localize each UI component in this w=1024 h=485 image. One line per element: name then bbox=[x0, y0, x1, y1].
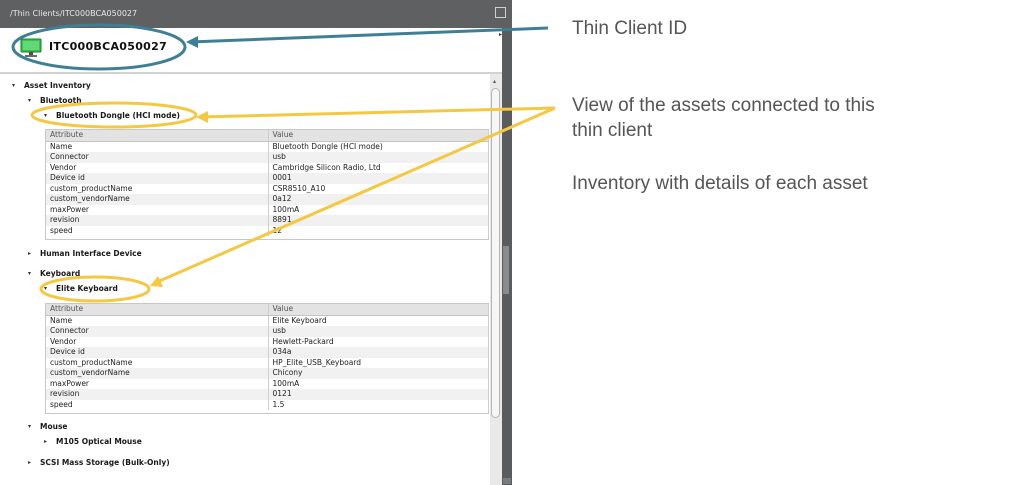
thin-client-id: ITC000BCA050027 bbox=[49, 40, 168, 53]
table-row[interactable]: revision 0121 bbox=[46, 389, 489, 400]
value-column-header[interactable]: Value bbox=[268, 130, 489, 142]
attribute-cell: revision bbox=[46, 389, 269, 400]
scroll-up-icon[interactable]: ▴ bbox=[493, 78, 496, 85]
attribute-cell: speed bbox=[46, 225, 269, 236]
attribute-column-header[interactable]: Attribute bbox=[46, 304, 269, 316]
attribute-cell: custom_productName bbox=[46, 357, 269, 368]
expand-keyboard-icon[interactable]: ▾ bbox=[28, 270, 31, 277]
vertical-scrollbar[interactable]: ▴ bbox=[490, 74, 502, 485]
value-cell: 1.5 bbox=[268, 399, 489, 410]
attribute-cell: speed bbox=[46, 399, 269, 410]
value-cell: 8891 bbox=[268, 215, 489, 226]
expand-elite-keyboard-icon[interactable]: ▾ bbox=[44, 285, 47, 292]
tree-node-scsi-mass-storage[interactable]: SCSI Mass Storage (Bulk-Only) bbox=[40, 458, 170, 467]
table-row[interactable]: Device id 0001 bbox=[46, 173, 489, 184]
attribute-cell: Device id bbox=[46, 347, 269, 358]
table-row[interactable]: Connector usb bbox=[46, 326, 489, 337]
table-row[interactable]: Name Bluetooth Dongle (HCI mode) bbox=[46, 141, 489, 152]
asset-tree-panel: ▾ Asset Inventory ▾ Bluetooth ▾ Bluetoot… bbox=[0, 74, 490, 485]
tree-node-keyboard[interactable]: Keyboard bbox=[40, 269, 80, 278]
tree-node-asset-inventory[interactable]: Asset Inventory bbox=[24, 81, 91, 90]
annotation-view-line1: View of the assets connected to this bbox=[572, 95, 875, 116]
table-row[interactable]: Device id 034a bbox=[46, 347, 489, 358]
expand-asset-inventory-icon[interactable]: ▾ bbox=[12, 82, 15, 89]
table-row[interactable]: custom_vendorName 0a12 bbox=[46, 194, 489, 205]
value-cell: CSR8510_A10 bbox=[268, 183, 489, 194]
expand-bluetooth-icon[interactable]: ▾ bbox=[28, 97, 31, 104]
expand-hid-icon[interactable]: ▸ bbox=[28, 250, 31, 257]
thin-client-window: /Thin Clients/ITC000BCA050027 ITC000BCA0… bbox=[0, 0, 512, 485]
annotation-thin-client-id: Thin Client ID bbox=[572, 18, 688, 39]
tree-node-bluetooth[interactable]: Bluetooth bbox=[40, 96, 82, 105]
table-row[interactable]: revision 8891 bbox=[46, 215, 489, 226]
attribute-cell: maxPower bbox=[46, 378, 269, 389]
value-cell: 0121 bbox=[268, 389, 489, 400]
table-row[interactable]: Vendor Hewlett-Packard bbox=[46, 336, 489, 347]
attribute-cell: custom_vendorName bbox=[46, 368, 269, 379]
attribute-cell: revision bbox=[46, 215, 269, 226]
attribute-cell: Vendor bbox=[46, 162, 269, 173]
value-cell: Hewlett-Packard bbox=[268, 336, 489, 347]
attribute-cell: Name bbox=[46, 315, 269, 326]
table-row[interactable]: custom_productName HP_Elite_USB_Keyboard bbox=[46, 357, 489, 368]
table-row[interactable]: speed 1.5 bbox=[46, 399, 489, 410]
table-row[interactable]: Connector usb bbox=[46, 152, 489, 163]
expand-bluetooth-dongle-icon[interactable]: ▾ bbox=[44, 112, 47, 119]
table-row[interactable]: custom_vendorName Chicony bbox=[46, 368, 489, 379]
resize-corner[interactable] bbox=[503, 478, 511, 484]
attribute-cell: Device id bbox=[46, 173, 269, 184]
maximize-icon[interactable] bbox=[495, 7, 506, 18]
window-right-frame bbox=[502, 28, 512, 485]
value-cell: 100mA bbox=[268, 378, 489, 389]
value-cell: usb bbox=[268, 326, 489, 337]
value-cell: Cambridge Silicon Radio, Ltd bbox=[268, 162, 489, 173]
value-cell: 034a bbox=[268, 347, 489, 358]
scroll-right-icon[interactable]: ▸ bbox=[499, 31, 502, 38]
title-bar: /Thin Clients/ITC000BCA050027 bbox=[0, 0, 512, 28]
value-column-header[interactable]: Value bbox=[268, 304, 489, 316]
value-cell: 0a12 bbox=[268, 194, 489, 205]
tree-node-optical-mouse[interactable]: M105 Optical Mouse bbox=[56, 437, 142, 446]
expand-optical-mouse-icon[interactable]: ▸ bbox=[44, 438, 47, 445]
tree-node-mouse[interactable]: Mouse bbox=[40, 422, 68, 431]
table-row[interactable]: Name Elite Keyboard bbox=[46, 315, 489, 326]
table-row[interactable]: maxPower 100mA bbox=[46, 378, 489, 389]
value-cell: 12 bbox=[268, 225, 489, 236]
resize-handle[interactable] bbox=[503, 246, 509, 294]
value-cell: HP_Elite_USB_Keyboard bbox=[268, 357, 489, 368]
tree-node-human-interface-device[interactable]: Human Interface Device bbox=[40, 249, 142, 258]
table-row[interactable]: speed 12 bbox=[46, 225, 489, 236]
keyboard-attribute-table: Attribute Value Name Elite Keyboard Connec… bbox=[46, 304, 489, 410]
tree-node-bluetooth-dongle[interactable]: Bluetooth Dongle (HCI mode) bbox=[56, 111, 180, 120]
value-cell: usb bbox=[268, 152, 489, 163]
bluetooth-attribute-table: Attribute Value Name Bluetooth Dongle (HC… bbox=[46, 130, 489, 236]
expand-mouse-icon[interactable]: ▾ bbox=[28, 423, 31, 430]
table-row[interactable]: maxPower 100mA bbox=[46, 204, 489, 215]
table-row[interactable]: Vendor Cambridge Silicon Radio, Ltd bbox=[46, 162, 489, 173]
value-cell: Chicony bbox=[268, 368, 489, 379]
client-header: ITC000BCA050027 ▸ bbox=[0, 28, 502, 72]
value-cell: Bluetooth Dongle (HCI mode) bbox=[268, 141, 489, 152]
attribute-cell: custom_vendorName bbox=[46, 194, 269, 205]
table-row[interactable]: custom_productName CSR8510_A10 bbox=[46, 183, 489, 194]
scrollbar-thumb[interactable] bbox=[491, 88, 500, 418]
attribute-cell: custom_productName bbox=[46, 183, 269, 194]
attribute-column-header[interactable]: Attribute bbox=[46, 130, 269, 142]
breadcrumb-path: /Thin Clients/ITC000BCA050027 bbox=[10, 9, 138, 18]
attribute-cell: Name bbox=[46, 141, 269, 152]
monitor-icon bbox=[20, 38, 42, 57]
value-cell: 100mA bbox=[268, 204, 489, 215]
tree-node-elite-keyboard[interactable]: Elite Keyboard bbox=[56, 284, 118, 293]
attribute-cell: Vendor bbox=[46, 336, 269, 347]
value-cell: Elite Keyboard bbox=[268, 315, 489, 326]
annotation-inventory: Inventory with details of each asset bbox=[572, 173, 868, 194]
annotation-view-line2: thin client bbox=[572, 120, 653, 141]
expand-scsi-icon[interactable]: ▸ bbox=[28, 459, 31, 466]
attribute-cell: maxPower bbox=[46, 204, 269, 215]
value-cell: 0001 bbox=[268, 173, 489, 184]
attribute-cell: Connector bbox=[46, 326, 269, 337]
attribute-cell: Connector bbox=[46, 152, 269, 163]
